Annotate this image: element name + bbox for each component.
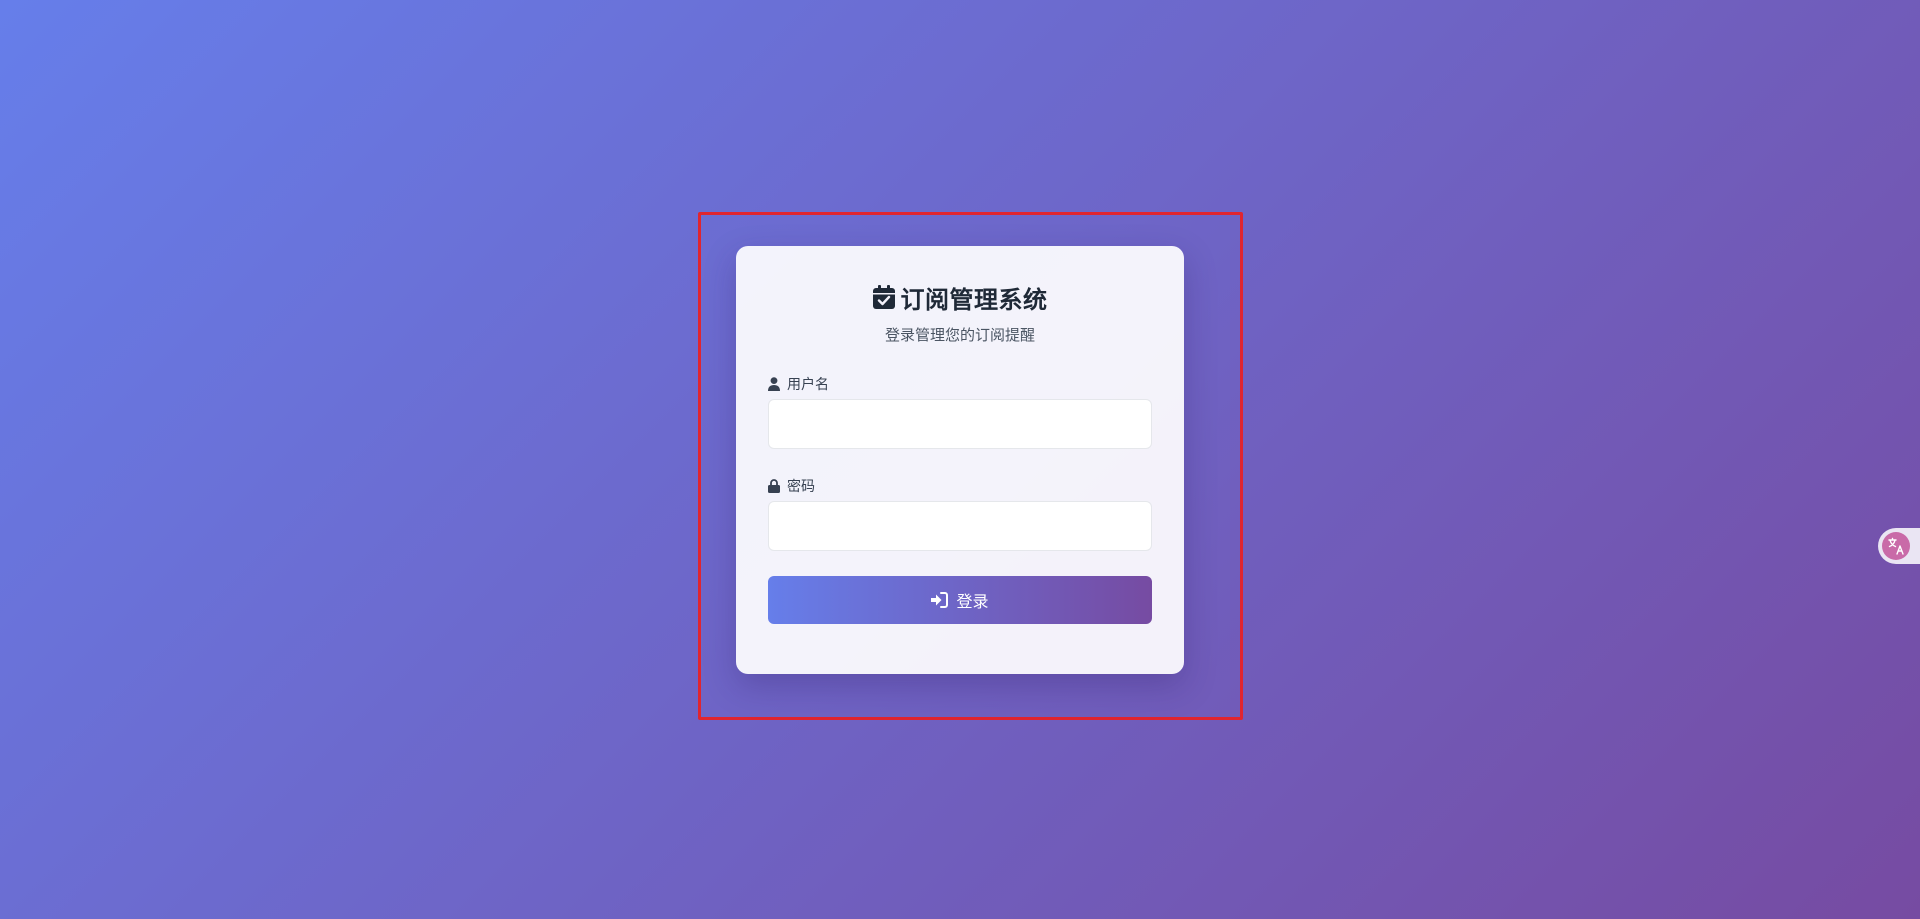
sign-in-icon bbox=[931, 592, 949, 608]
password-input[interactable] bbox=[768, 501, 1152, 551]
login-button-label: 登录 bbox=[956, 592, 989, 611]
page-title: 订阅管理系统 bbox=[900, 285, 1048, 314]
username-label-row: 用户名 bbox=[768, 375, 1152, 393]
password-label-row: 密码 bbox=[768, 477, 1152, 495]
username-group: 用户名 bbox=[768, 375, 1152, 449]
page-subtitle: 登录管理您的订阅提醒 bbox=[884, 326, 1035, 344]
password-group: 密码 bbox=[768, 477, 1152, 551]
login-card: 订阅管理系统 登录管理您的订阅提醒 用户名 密码 登录 bbox=[736, 246, 1184, 674]
lock-icon bbox=[768, 479, 780, 493]
title-row: 订阅管理系统 bbox=[768, 280, 1152, 314]
username-label: 用户名 bbox=[787, 377, 829, 393]
translate-widget[interactable] bbox=[1878, 528, 1920, 564]
login-header: 订阅管理系统 登录管理您的订阅提醒 bbox=[768, 280, 1152, 345]
login-button[interactable]: 登录 bbox=[768, 576, 1152, 624]
username-input[interactable] bbox=[768, 399, 1152, 449]
password-label: 密码 bbox=[787, 479, 815, 495]
translate-icon[interactable] bbox=[1882, 532, 1910, 560]
user-icon bbox=[768, 377, 780, 391]
calendar-check-icon bbox=[872, 285, 895, 309]
